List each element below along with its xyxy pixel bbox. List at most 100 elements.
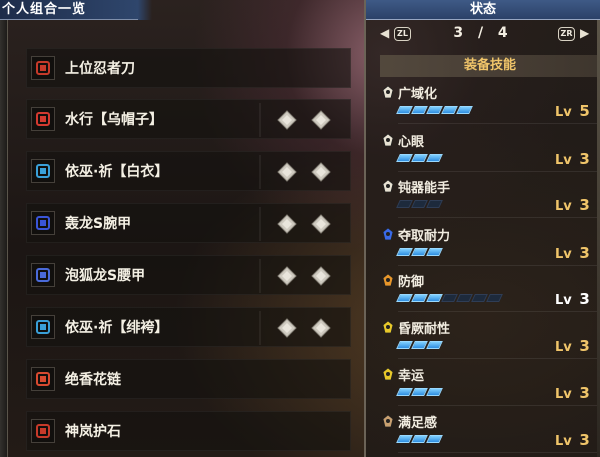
level-number: 3 [579,290,590,308]
level-number: 5 [579,102,590,120]
decoration-slot-icon[interactable] [311,266,331,286]
row-divider [398,265,600,266]
equipment-row[interactable]: 泡狐龙S腰甲 [26,255,351,295]
row-divider [398,123,600,124]
skill-row[interactable]: 昏厥耐性 Lv 3 [380,315,600,361]
skill-name: 防御 [398,275,425,290]
equipment-name: 轰龙S腕甲 [65,216,132,232]
skill-name: 夺取耐力 [398,229,451,244]
skill-level-bar [396,200,443,210]
level-label: Lv [555,387,572,402]
skill-level-text: Lv 3 [555,337,590,355]
skill-level-bar [396,154,443,164]
level-label: Lv [555,105,572,120]
decoration-slot-icon[interactable] [311,110,331,130]
skill-gem-icon [380,273,396,289]
equipment-row[interactable]: 水行【乌帽子】 [26,99,351,139]
level-label: Lv [555,434,572,449]
row-divider [398,217,600,218]
slot-separator [259,259,261,293]
skill-row[interactable]: 夺取耐力 Lv 3 [380,222,600,268]
decoration-slot-icon[interactable] [277,110,297,130]
equipment-name: 泡狐龙S腰甲 [65,268,146,284]
equipment-row[interactable]: 上位忍者刀 [26,48,351,88]
level-number: 3 [579,337,590,355]
skill-level-segment [426,435,443,443]
skill-name: 钝器能手 [398,181,451,196]
zl-button[interactable]: ZL [394,27,411,41]
title-decoration [138,0,152,20]
page-navigator: ◀ ZL 3 / 4 ZR ▶ [366,24,600,46]
skill-row[interactable]: 心眼 Lv 3 [380,128,600,174]
level-label: Lv [555,247,572,262]
row-divider [398,405,600,406]
row-divider [398,311,600,312]
skill-level-segment [426,154,443,162]
decoration-slot-icon[interactable] [277,318,297,338]
slot-separator [259,207,261,241]
skill-row[interactable]: 广域化 Lv 5 [380,80,600,126]
equipment-name: 上位忍者刀 [65,61,135,77]
helm-icon [31,107,55,131]
decoration-slot-icon[interactable] [311,214,331,234]
equipment-row[interactable]: 神岚护石 [26,411,351,451]
skill-level-segment [426,388,443,396]
skill-level-segment [426,200,443,208]
equipment-name: 神岚护石 [65,424,121,440]
waist-icon [31,263,55,287]
decoration-slot-icon[interactable] [277,214,297,234]
skill-level-bar [396,388,443,398]
equipment-row[interactable]: 依巫·祈【白衣】 [26,151,351,191]
skill-row[interactable]: 钝器能手 Lv 3 [380,174,600,220]
skill-gem-icon [380,367,396,383]
skill-level-text: Lv 3 [555,384,590,402]
skill-level-bar [396,106,473,116]
equipment-name: 依巫·祈【白衣】 [65,164,169,180]
skill-gem-icon [380,227,396,243]
row-divider [398,171,600,172]
skill-level-segment [486,294,503,302]
status-panel: 状态 ◀ ZL 3 / 4 ZR ▶ 装备技能 广域化 Lv 5 心眼 Lv 3 钝器能手 L… [364,0,600,457]
arm-icon [31,211,55,235]
slot-separator [259,103,261,137]
level-number: 3 [579,196,590,214]
decoration-slot-icon[interactable] [311,318,331,338]
skill-row[interactable]: 满足感 Lv 3 [380,409,600,455]
skill-level-text: Lv 5 [555,102,590,120]
skill-level-bar [396,435,443,445]
decoration-slot-icon[interactable] [311,162,331,182]
skill-level-bar [396,248,443,258]
arrow-left-icon[interactable]: ◀ [380,26,389,40]
skill-level-text: Lv 3 [555,150,590,168]
equipment-row[interactable]: 绝香花链 [26,359,351,399]
slot-separator [259,155,261,189]
row-divider [398,452,600,453]
equipped-skills-heading: 装备技能 [380,55,600,77]
decoration-slot-icon[interactable] [277,266,297,286]
skill-row[interactable]: 幸运 Lv 3 [380,362,600,408]
equipment-row[interactable]: 轰龙S腕甲 [26,203,351,243]
skill-level-segment [456,106,473,114]
chest-icon [31,159,55,183]
equipment-row[interactable]: 依巫·祈【绯袴】 [26,307,351,347]
skill-level-text: Lv 3 [555,431,590,449]
level-label: Lv [555,340,572,355]
level-number: 3 [579,150,590,168]
skill-level-segment [426,248,443,256]
skill-gem-icon [380,85,396,101]
skill-name: 广域化 [398,87,438,102]
decoration-slot-icon[interactable] [277,162,297,182]
arrow-right-icon[interactable]: ▶ [580,26,589,40]
level-label: Lv [555,199,572,214]
skill-row[interactable]: 防御 Lv 3 [380,268,600,314]
legs-icon [31,315,55,339]
status-title: 状态 [366,0,600,20]
skill-level-text: Lv 3 [555,290,590,308]
skill-level-bar [396,341,443,351]
level-label: Lv [555,153,572,168]
equipment-name: 绝香花链 [65,372,121,388]
weapon-icon [31,56,55,80]
zr-button[interactable]: ZR [558,27,575,41]
skill-gem-icon [380,414,396,430]
row-divider [398,358,600,359]
